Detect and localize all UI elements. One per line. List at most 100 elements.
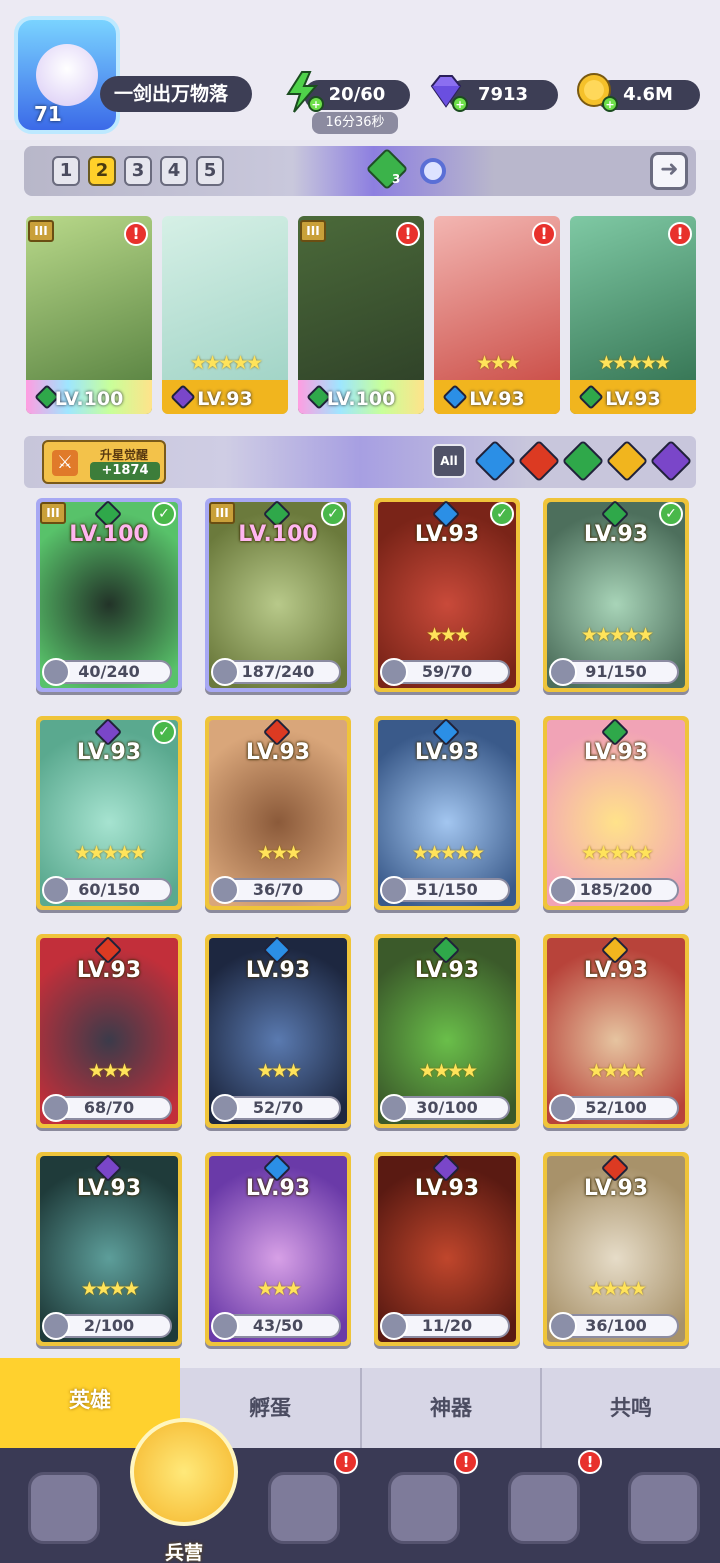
hero-shard-progress: 40/240 bbox=[42, 658, 172, 686]
hero-level: LV.93 bbox=[583, 1176, 649, 1201]
in-team-check-icon: ✓ bbox=[659, 502, 683, 526]
hero-card[interactable]: LV.93 ★★★★★ 51/150 bbox=[374, 716, 520, 910]
hero-card[interactable]: LV.93 ★★★★★ 185/200 bbox=[543, 716, 689, 910]
star-awaken-button[interactable]: ⚔ 升星觉醒 +1874 bbox=[42, 440, 166, 484]
hero-stars: ★★★ bbox=[256, 1060, 302, 1082]
hero-card[interactable]: LV.100 III ✓ 187/240 bbox=[205, 498, 351, 692]
hero-shard-count: 30/100 bbox=[416, 1098, 478, 1117]
shard-icon bbox=[42, 876, 70, 904]
tab-artifacts[interactable]: 神器 bbox=[360, 1368, 540, 1448]
team-tab-5[interactable]: 5 bbox=[196, 156, 224, 186]
diamond-icon[interactable]: + bbox=[424, 70, 468, 114]
sword-icon: ⚔ bbox=[52, 450, 78, 476]
hero-stars: ★★★ bbox=[256, 842, 302, 864]
nav-book[interactable]: ! bbox=[244, 1450, 364, 1558]
hero-card[interactable]: LV.93 ★★★★ 2/100 bbox=[36, 1152, 182, 1346]
tab-resonance[interactable]: 共鸣 bbox=[540, 1368, 720, 1448]
share-icon[interactable] bbox=[650, 152, 688, 190]
tier-badge-icon: III bbox=[300, 220, 326, 242]
hero-level: LV.93 bbox=[76, 740, 142, 765]
hero-level: LV.93 bbox=[583, 740, 649, 765]
hero-card[interactable]: LV.93 ★★★ 68/70 bbox=[36, 934, 182, 1128]
tier-badge-icon: III bbox=[209, 502, 235, 524]
shard-icon bbox=[211, 1312, 239, 1340]
shard-icon bbox=[549, 876, 577, 904]
hero-shard-count: 40/240 bbox=[78, 662, 140, 681]
nav-castle-alert-icon: ! bbox=[454, 1450, 478, 1474]
barracks-subtabs: 英雄 孵蛋 神器 共鸣 bbox=[0, 1358, 720, 1448]
nav-book-alert-icon: ! bbox=[334, 1450, 358, 1474]
team-slot-4[interactable]: ★★★ LV.93! bbox=[434, 216, 560, 414]
team-slot-5[interactable]: ★★★★★ LV.93! bbox=[570, 216, 696, 414]
energy-bolt-icon[interactable]: + bbox=[280, 70, 324, 114]
team-tab-1[interactable]: 1 bbox=[52, 156, 80, 186]
team-slot-3[interactable]: LV.100 III! bbox=[298, 216, 424, 414]
bottom-navigation: 兵营 ! ! ! bbox=[0, 1418, 720, 1563]
book-icon bbox=[268, 1472, 340, 1544]
nav-barracks[interactable]: 兵营 bbox=[124, 1418, 244, 1563]
hero-card[interactable]: LV.93 ★★★ 52/70 bbox=[205, 934, 351, 1128]
team-hero-stars: ★★★★★ bbox=[597, 352, 671, 374]
hero-shard-count: 11/20 bbox=[421, 1316, 473, 1335]
nav-castle[interactable]: ! bbox=[364, 1450, 484, 1558]
shard-icon bbox=[380, 876, 408, 904]
hero-level: LV.93 bbox=[414, 958, 480, 983]
hero-shard-progress: 185/200 bbox=[549, 876, 679, 904]
team-hero-level: LV.100 bbox=[326, 388, 396, 410]
player-avatar[interactable]: 71 bbox=[14, 16, 120, 134]
hero-level: LV.100 bbox=[69, 522, 149, 547]
team-tab-3[interactable]: 3 bbox=[124, 156, 152, 186]
filter-water-icon[interactable] bbox=[473, 439, 517, 483]
gold-coin-icon[interactable]: + bbox=[574, 70, 618, 114]
shard-icon bbox=[380, 1312, 408, 1340]
team-tab-2[interactable]: 2 bbox=[88, 156, 116, 186]
hero-card[interactable]: LV.93 ★★★★★ ✓ 60/150 bbox=[36, 716, 182, 910]
hero-stars: ★★★★★ bbox=[580, 624, 654, 646]
filter-light-icon[interactable] bbox=[605, 439, 649, 483]
shard-icon bbox=[42, 1312, 70, 1340]
tier-badge-icon: III bbox=[28, 220, 54, 242]
hero-card[interactable]: LV.93 ★★★ 36/70 bbox=[205, 716, 351, 910]
filter-dark-icon[interactable] bbox=[649, 439, 693, 483]
filter-nature-icon[interactable] bbox=[561, 439, 605, 483]
hero-shard-count: 36/70 bbox=[252, 880, 304, 899]
hero-shard-progress: 36/70 bbox=[211, 876, 341, 904]
barracks-icon bbox=[130, 1418, 238, 1526]
hero-card[interactable]: LV.93 11/20 bbox=[374, 1152, 520, 1346]
hero-card[interactable]: LV.93 ★★★ 43/50 bbox=[205, 1152, 351, 1346]
hero-level: LV.93 bbox=[245, 958, 311, 983]
team-hero-level: LV.93 bbox=[197, 388, 253, 410]
hero-card[interactable]: LV.93 ★★★★ 52/100 bbox=[543, 934, 689, 1128]
team-slot-1[interactable]: LV.100 III! bbox=[26, 216, 152, 414]
nav-cards[interactable] bbox=[4, 1458, 124, 1558]
filter-all-button[interactable]: All bbox=[432, 444, 466, 478]
hero-card[interactable]: LV.93 ★★★★★ ✓ 91/150 bbox=[543, 498, 689, 692]
hero-shard-progress: 52/100 bbox=[549, 1094, 679, 1122]
team-tab-4[interactable]: 4 bbox=[160, 156, 188, 186]
nav-mushroom[interactable]: ! bbox=[484, 1450, 604, 1558]
hero-card[interactable]: LV.93 ★★★ ✓ 59/70 bbox=[374, 498, 520, 692]
team-slot-2[interactable]: ★★★★★ LV.93 bbox=[162, 216, 288, 414]
hero-level: LV.93 bbox=[414, 740, 480, 765]
in-team-check-icon: ✓ bbox=[152, 502, 176, 526]
hero-shard-count: 51/150 bbox=[416, 880, 478, 899]
team-hero-level: LV.100 bbox=[54, 388, 124, 410]
hero-shard-progress: 2/100 bbox=[42, 1312, 172, 1340]
filter-fire-icon[interactable] bbox=[517, 439, 561, 483]
cards-icon bbox=[28, 1472, 100, 1544]
shard-icon bbox=[211, 876, 239, 904]
svg-text:+: + bbox=[455, 98, 464, 111]
hero-card[interactable]: LV.93 ★★★★ 36/100 bbox=[543, 1152, 689, 1346]
nav-guild[interactable] bbox=[604, 1458, 720, 1558]
green-gem-icon[interactable] bbox=[365, 147, 409, 191]
team-hero-stars: ★★★ bbox=[475, 352, 521, 374]
mushroom-icon bbox=[508, 1472, 580, 1544]
hero-card[interactable]: LV.93 ★★★★ 30/100 bbox=[374, 934, 520, 1128]
team-hero-level: LV.93 bbox=[605, 388, 661, 410]
hero-card[interactable]: LV.100 III ✓ 40/240 bbox=[36, 498, 182, 692]
hero-shard-progress: 187/240 bbox=[211, 658, 341, 686]
search-icon[interactable] bbox=[420, 158, 446, 184]
nav-mushroom-alert-icon: ! bbox=[578, 1450, 602, 1474]
tier-badge-icon: III bbox=[40, 502, 66, 524]
hero-shard-count: 52/70 bbox=[252, 1098, 304, 1117]
